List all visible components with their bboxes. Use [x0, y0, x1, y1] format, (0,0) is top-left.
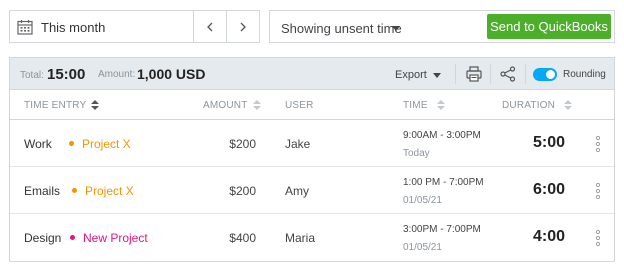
- total-value: 15:00: [47, 66, 86, 83]
- entry-date: Today: [403, 148, 430, 159]
- entry-description: Emails: [24, 184, 61, 198]
- project-name: New Project: [83, 231, 148, 245]
- share-icon[interactable]: [499, 65, 517, 83]
- column-header-time-entry[interactable]: TIME ENTRY: [24, 100, 100, 111]
- entry-amount: $200: [229, 184, 256, 198]
- column-header-label: AMOUNT: [203, 100, 248, 111]
- next-period-button[interactable]: [226, 11, 259, 42]
- entry-amount: $400: [229, 231, 256, 245]
- unsent-time-filter-dropdown[interactable]: Showing unsent time: [270, 11, 420, 42]
- caret-down-icon: [433, 73, 441, 78]
- more-vertical-icon[interactable]: [595, 135, 601, 153]
- entry-time-range: 1:00 PM - 7:00PM: [403, 177, 484, 188]
- print-icon[interactable]: [465, 65, 483, 83]
- column-header-amount[interactable]: AMOUNT: [203, 100, 261, 111]
- column-header-label: TIME: [403, 100, 428, 111]
- total-label: Total:: [20, 70, 44, 81]
- table-row[interactable]: Emails Project X $200 Amy 1:00 PM - 7:00…: [10, 167, 614, 214]
- more-vertical-icon[interactable]: [595, 182, 601, 200]
- date-range-label: This month: [41, 20, 106, 35]
- sort-icon: [564, 100, 573, 111]
- calendar-icon: [17, 20, 33, 35]
- amount-value: 1,000 USD: [137, 66, 206, 82]
- project-name: Project X: [85, 184, 134, 198]
- sort-icon: [436, 100, 445, 111]
- summary-bar: Total: 15:00 Amount: 1,000 USD Export Ro…: [10, 58, 614, 90]
- chevron-right-icon: [240, 22, 246, 31]
- divider: [455, 64, 456, 84]
- toggle-knob: [546, 70, 555, 79]
- date-range-picker[interactable]: This month: [9, 10, 260, 43]
- entry-time-range: 3:00PM - 7:00PM: [403, 224, 481, 235]
- column-header-duration[interactable]: DURATION: [502, 100, 573, 111]
- entry-duration: 4:00: [532, 228, 565, 245]
- entry-description: Work: [24, 137, 52, 151]
- project-dot: [72, 188, 77, 194]
- entry-duration: 6:00: [532, 181, 565, 198]
- project-name: Project X: [82, 137, 131, 151]
- send-to-quickbooks-button[interactable]: Send to QuickBooks: [487, 14, 611, 39]
- chevron-left-icon: [207, 22, 213, 31]
- entry-user: Maria: [285, 231, 316, 245]
- entry-project[interactable]: New Project: [70, 231, 148, 245]
- filter-bar: Showing unsent time Send to QuickBooks: [269, 10, 615, 43]
- entry-project[interactable]: Project X: [69, 137, 131, 151]
- rounding-label: Rounding: [563, 69, 606, 80]
- time-entries-card: Total: 15:00 Amount: 1,000 USD Export Ro…: [9, 57, 615, 262]
- column-header-time[interactable]: TIME: [403, 100, 445, 111]
- entry-project[interactable]: Project X: [72, 184, 134, 198]
- filter-label: Showing unsent time: [281, 21, 402, 36]
- export-dropdown[interactable]: Export: [390, 62, 446, 86]
- rounding-toggle[interactable]: [533, 68, 557, 81]
- previous-period-button[interactable]: [193, 11, 226, 42]
- project-dot: [70, 235, 75, 241]
- divider: [525, 64, 526, 84]
- divider: [490, 64, 491, 84]
- entry-user: Amy: [285, 184, 309, 198]
- entry-date: 01/05/21: [403, 195, 442, 206]
- caret-down-icon: [392, 26, 400, 31]
- export-label: Export: [395, 69, 427, 81]
- table-row[interactable]: Work Project X $200 Jake 9:00AM - 3:00PM…: [10, 120, 614, 167]
- entry-user: Jake: [285, 137, 311, 151]
- entry-amount: $200: [229, 137, 256, 151]
- column-header-label: DURATION: [502, 100, 556, 111]
- column-header-user: USER: [285, 100, 314, 111]
- entry-duration: 5:00: [532, 134, 565, 151]
- amount-label: Amount:: [98, 69, 136, 80]
- more-vertical-icon[interactable]: [595, 229, 601, 247]
- sort-icon: [252, 100, 261, 111]
- table-row[interactable]: Design New Project $400 Maria 3:00PM - 7…: [10, 214, 614, 261]
- entry-description: Design: [24, 231, 62, 245]
- column-header-label: TIME ENTRY: [24, 100, 87, 111]
- sort-icon: [91, 100, 100, 111]
- entry-date: 01/05/21: [403, 242, 442, 253]
- project-dot: [69, 141, 74, 147]
- entry-time-range: 9:00AM - 3:00PM: [403, 130, 481, 141]
